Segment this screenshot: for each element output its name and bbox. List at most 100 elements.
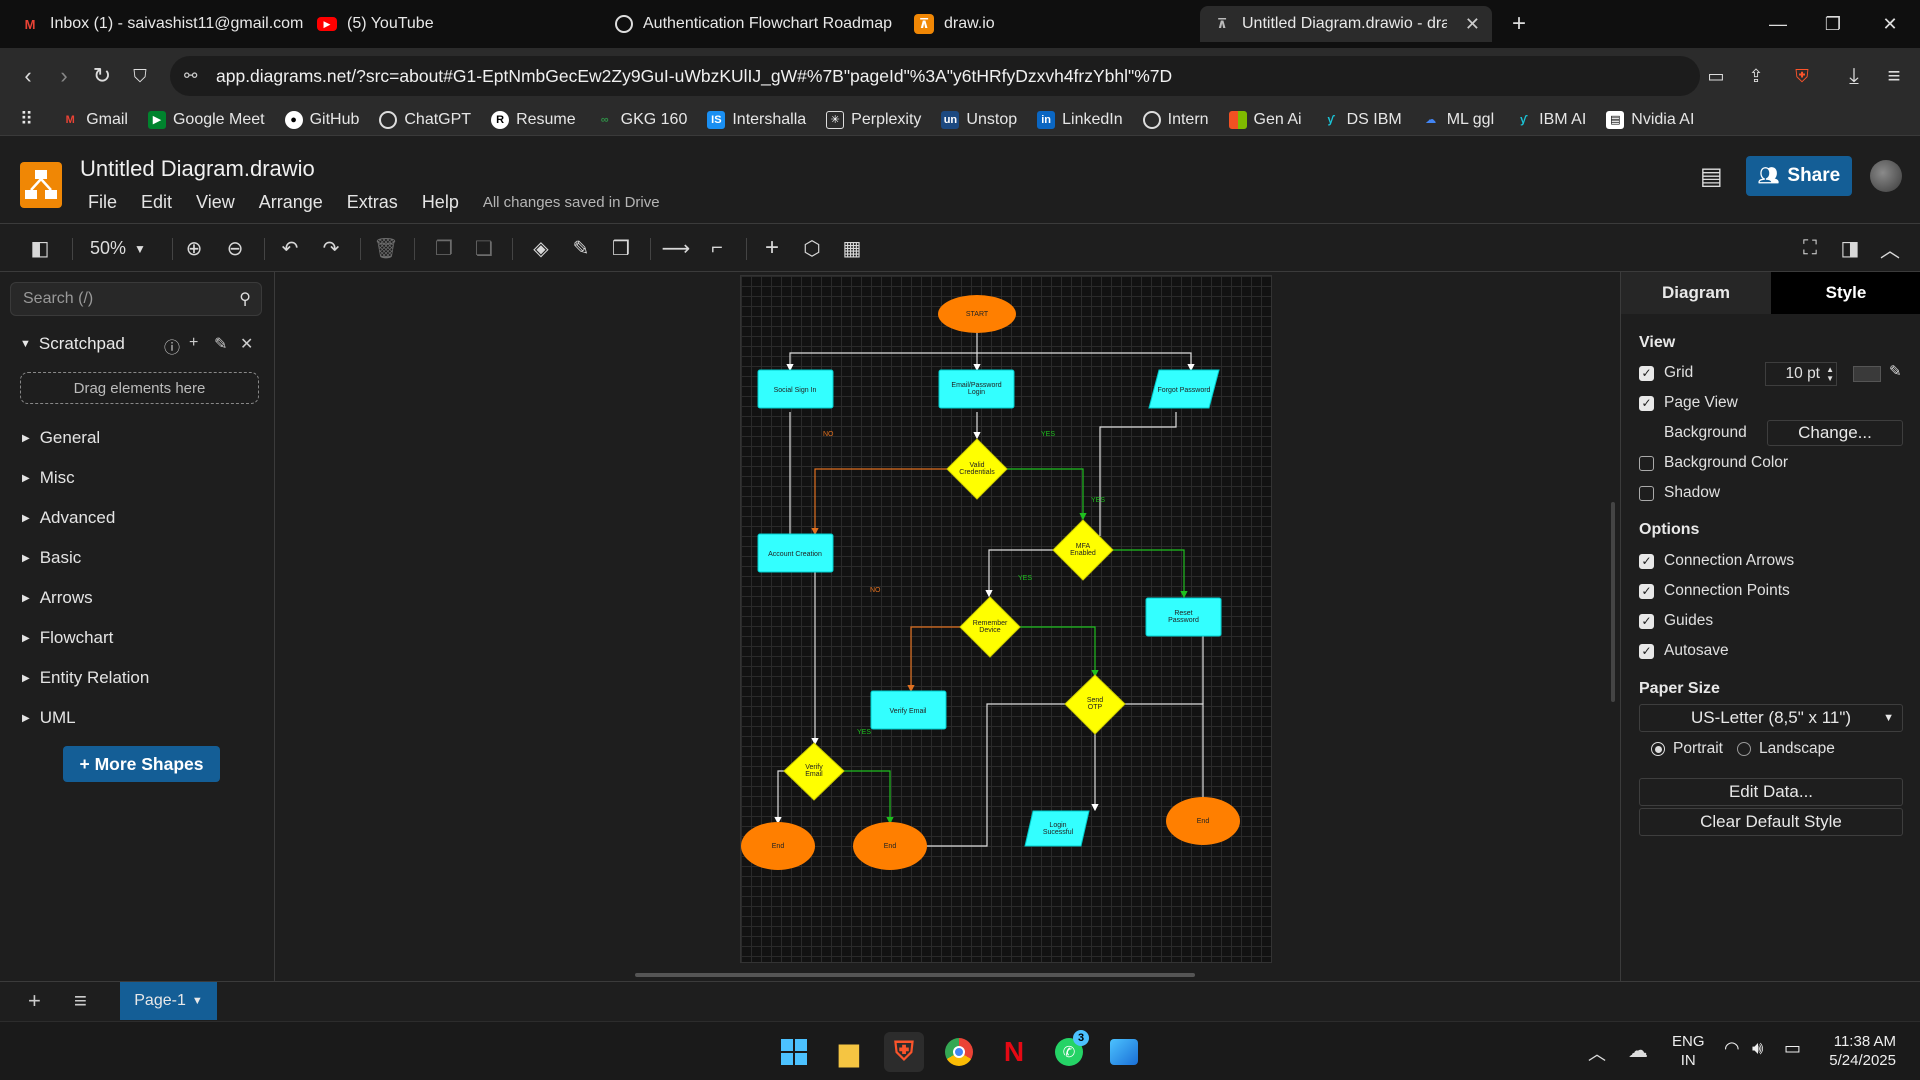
- more-shapes-button[interactable]: + More Shapes: [63, 746, 220, 782]
- edge-start-social[interactable]: [786, 332, 978, 372]
- add-page-icon[interactable]: +: [28, 988, 41, 1014]
- portrait-radio[interactable]: Portrait: [1651, 740, 1723, 758]
- menu-help[interactable]: Help: [422, 192, 459, 213]
- insert-icon[interactable]: +: [756, 232, 788, 264]
- tab-untitled-diagram[interactable]: ⊼ Untitled Diagram.drawio - draw.io ✕: [1200, 6, 1492, 42]
- save-status[interactable]: All changes saved in Drive: [483, 194, 660, 211]
- page-view-checkbox[interactable]: ✓ Page View: [1639, 394, 1738, 412]
- scratchpad-header[interactable]: ▼ Scratchpad: [20, 334, 125, 354]
- table-icon[interactable]: ▦: [836, 232, 868, 264]
- forward-arrow-icon[interactable]: ›: [48, 60, 80, 92]
- node-login-successful[interactable]: Login Sucessful: [1024, 810, 1090, 847]
- bookmark-intern[interactable]: Intern: [1142, 110, 1209, 129]
- minimize-button[interactable]: —: [1758, 8, 1798, 40]
- volume-icon[interactable]: 🔊︎: [1752, 1038, 1763, 1059]
- to-front-icon[interactable]: ❐: [428, 232, 460, 264]
- file-explorer-icon[interactable]: ▆: [829, 1032, 869, 1072]
- back-arrow-icon[interactable]: ‹: [12, 60, 44, 92]
- grid-size-input[interactable]: 10 pt ▲ ▼: [1765, 362, 1837, 386]
- bookmark-ds-ibm[interactable]: ƴ DS IBM: [1322, 111, 1402, 129]
- bookmark-chatgpt[interactable]: ChatGPT: [379, 110, 471, 129]
- node-email-password-login[interactable]: Email/Password Login: [938, 369, 1015, 409]
- reload-icon[interactable]: ↻: [86, 60, 118, 92]
- fill-color-icon[interactable]: ◈: [525, 232, 557, 264]
- tab-drawio[interactable]: ⊼ draw.io: [902, 6, 1197, 42]
- close-window-button[interactable]: ✕: [1870, 8, 1910, 40]
- guides-checkbox[interactable]: ✓ Guides: [1639, 612, 1713, 630]
- zoom-select[interactable]: 50% ▼: [90, 238, 146, 259]
- shadow-checkbox[interactable]: Shadow: [1639, 484, 1720, 502]
- delete-icon[interactable]: 🗑︎: [370, 232, 402, 264]
- collapse-icon[interactable]: ︿: [1874, 232, 1906, 264]
- address-bar[interactable]: ⚯ app.diagrams.net/?src=about#G1-EptNmbG…: [170, 56, 1700, 96]
- category-uml[interactable]: ▶ UML: [22, 708, 76, 728]
- category-general[interactable]: ▶ General: [22, 428, 100, 448]
- waypoints-icon[interactable]: ⌐: [701, 232, 733, 264]
- menu-extras[interactable]: Extras: [347, 192, 398, 213]
- menu-edit[interactable]: Edit: [141, 192, 172, 213]
- tab-style[interactable]: Style: [1771, 272, 1920, 314]
- bookmark-nvidia-ai[interactable]: ▤ Nvidia AI: [1606, 110, 1694, 129]
- node-forgot-password[interactable]: Forgot Password: [1148, 369, 1220, 409]
- edit-data-button[interactable]: Edit Data...: [1639, 778, 1903, 806]
- bookmark-linkedin[interactable]: in LinkedIn: [1037, 110, 1123, 129]
- redo-icon[interactable]: ↷: [315, 232, 347, 264]
- diagram-canvas[interactable]: NO YES YES NO YES YES START Social Sign …: [275, 272, 1620, 981]
- grid-color-swatch[interactable]: [1853, 366, 1881, 382]
- bookmark-gmail[interactable]: M Gmail: [61, 111, 128, 129]
- category-entity-relation[interactable]: ▶ Entity Relation: [22, 668, 149, 688]
- wifi-icon[interactable]: ◠: [1724, 1038, 1740, 1059]
- brave-shield-icon[interactable]: ⛨: [1786, 60, 1818, 92]
- category-misc[interactable]: ▶ Misc: [22, 468, 75, 488]
- format-panel-toggle-icon[interactable]: ◧: [24, 232, 56, 264]
- document-title[interactable]: Untitled Diagram.drawio: [80, 156, 315, 182]
- brave-browser-icon[interactable]: ⛨: [884, 1032, 924, 1072]
- edge-valid-yes[interactable]: [1007, 468, 1087, 521]
- whatsapp-icon[interactable]: ✆ 3: [1049, 1030, 1089, 1072]
- paper-size-select[interactable]: US-Letter (8,5" x 11") ▼: [1639, 704, 1903, 732]
- autosave-checkbox[interactable]: ✓ Autosave: [1639, 642, 1729, 660]
- node-end-3[interactable]: End: [1166, 797, 1240, 845]
- eyedropper-icon[interactable]: ✎: [1889, 362, 1902, 380]
- cast-icon[interactable]: ▭: [1700, 60, 1732, 92]
- pages-menu-icon[interactable]: ≡: [74, 988, 87, 1014]
- search-input[interactable]: Search (/) ⚲: [10, 282, 262, 316]
- windows-start-icon[interactable]: [774, 1032, 814, 1072]
- onedrive-icon[interactable]: ☁: [1628, 1038, 1648, 1063]
- edge-valid-no[interactable]: [811, 468, 947, 536]
- avatar[interactable]: [1870, 160, 1902, 192]
- menu-file[interactable]: File: [88, 192, 117, 213]
- share-page-icon[interactable]: ⇪: [1740, 60, 1772, 92]
- language-indicator[interactable]: ENG IN: [1672, 1032, 1705, 1070]
- zoom-out-icon[interactable]: ⊖: [219, 232, 251, 264]
- connection-arrows-checkbox[interactable]: ✓ Connection Arrows: [1639, 552, 1794, 570]
- node-verify-email[interactable]: Verify Email: [870, 690, 947, 730]
- menu-icon[interactable]: ≡: [1878, 60, 1910, 92]
- add-icon[interactable]: +: [189, 334, 198, 352]
- edge-mfa-remember[interactable]: [985, 549, 1053, 598]
- edge-remember-no[interactable]: [907, 626, 960, 693]
- battery-icon[interactable]: ▭: [1784, 1038, 1801, 1059]
- edge-forgot-mfa[interactable]: [1099, 412, 1177, 536]
- fullscreen-icon[interactable]: ⛶: [1794, 232, 1826, 264]
- scratchpad-dropzone[interactable]: Drag elements here: [20, 372, 259, 404]
- site-settings-icon[interactable]: ⚯: [184, 66, 197, 86]
- bookmark-resume[interactable]: R Resume: [491, 110, 576, 129]
- edge-mfa-yes[interactable]: [1113, 549, 1188, 599]
- connection-arrow-icon[interactable]: ⟶: [660, 232, 692, 264]
- bookmark-gkg[interactable]: ∞ GKG 160: [596, 111, 688, 129]
- format-panel-icon[interactable]: ◨: [1834, 232, 1866, 264]
- grid-checkbox[interactable]: ✓ Grid: [1639, 364, 1693, 382]
- close-icon[interactable]: ✕: [1465, 14, 1480, 35]
- tab-youtube[interactable]: ▶ (5) YouTube: [305, 6, 600, 42]
- netflix-icon[interactable]: N: [994, 1032, 1034, 1072]
- category-flowchart[interactable]: ▶ Flowchart: [22, 628, 113, 648]
- background-color-checkbox[interactable]: Background Color: [1639, 454, 1788, 472]
- to-back-icon[interactable]: ❏: [468, 232, 500, 264]
- bookmark-internshala[interactable]: IS Intershalla: [707, 110, 806, 129]
- edge-verify-yes[interactable]: [837, 770, 894, 825]
- zoom-in-icon[interactable]: ⊕: [178, 232, 210, 264]
- tab-diagram[interactable]: Diagram: [1621, 272, 1771, 314]
- bookmark-ibm-ai[interactable]: ƴ IBM AI: [1514, 111, 1586, 129]
- edge-start-forgot[interactable]: [977, 352, 1195, 372]
